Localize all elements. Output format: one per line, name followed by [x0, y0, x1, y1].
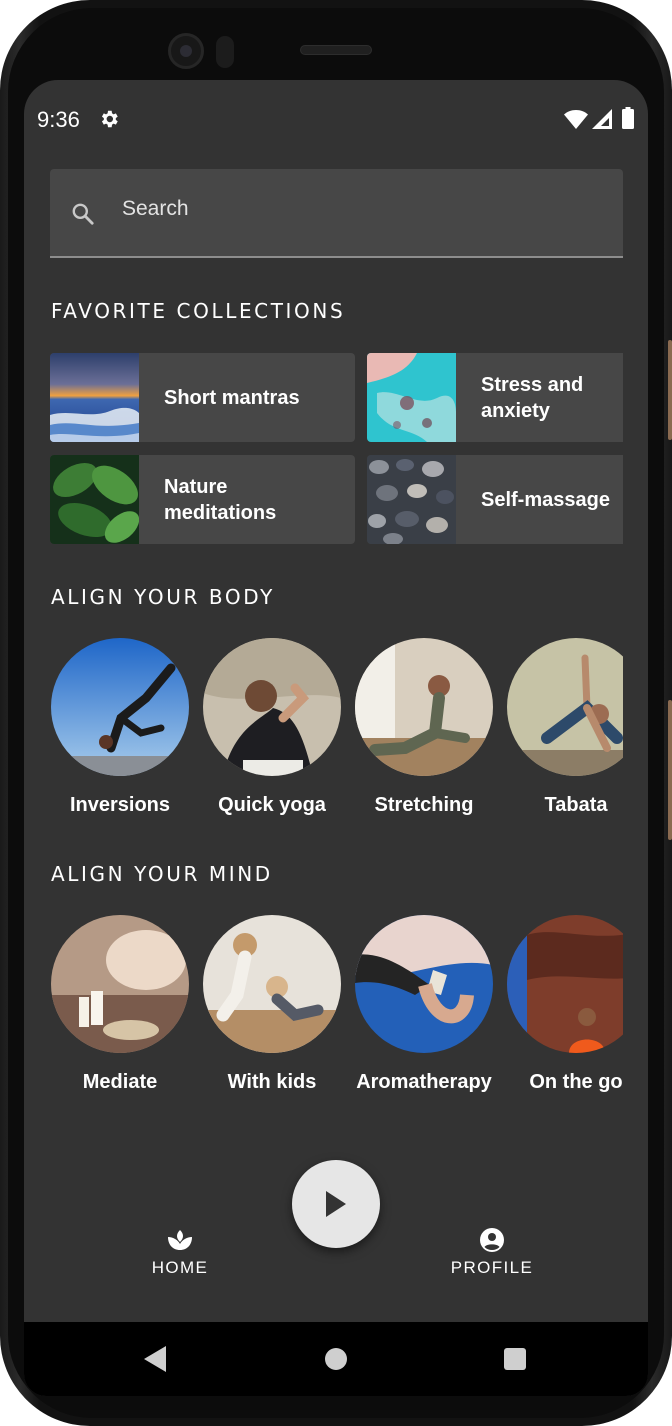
status-bar: 9:36 — [24, 80, 648, 160]
body-item-tabata[interactable]: Tabata — [506, 638, 623, 816]
yoga-inversion-image — [51, 638, 189, 776]
align-mind-row: Mediate With kids Aromatherapy On the go — [24, 915, 623, 1115]
body-item-inversions[interactable]: Inversions — [50, 638, 190, 816]
nav-home-label: HOME — [151, 1258, 209, 1277]
spa-icon — [168, 1230, 192, 1250]
collection-label: Stress and anxiety — [481, 373, 584, 422]
mind-item-mediate[interactable]: Mediate — [50, 915, 190, 1093]
pebbles-image — [367, 455, 456, 544]
mind-item-on-the-go[interactable]: On the go — [506, 915, 623, 1093]
nav-profile-label: PROFILE — [450, 1258, 534, 1277]
tabata-image — [507, 638, 623, 776]
search-input[interactable] — [122, 191, 602, 227]
ocean-sunset-image — [50, 353, 139, 442]
collection-card-self-massage[interactable]: Self-massage — [367, 455, 623, 544]
search-icon — [72, 203, 94, 225]
recents-square-icon[interactable] — [504, 1348, 526, 1370]
mother-child-image — [203, 915, 341, 1053]
collection-card-nature-meditations[interactable]: Nature meditations — [50, 455, 355, 544]
stretching-image — [355, 638, 493, 776]
quick-yoga-image — [203, 638, 341, 776]
favorite-collections-title: FAVORITE COLLECTIONS — [51, 299, 346, 323]
collection-label: Nature meditations — [164, 475, 277, 524]
meditation-candles-image — [51, 915, 189, 1053]
volume-button — [668, 340, 672, 440]
green-leaves-image — [50, 455, 139, 544]
aromatherapy-image — [355, 915, 493, 1053]
account-circle-icon — [480, 1228, 504, 1252]
circle-label: On the go — [529, 1071, 623, 1093]
circle-label: Tabata — [544, 794, 608, 816]
battery-icon — [622, 107, 634, 129]
play-button[interactable] — [292, 1160, 380, 1248]
status-time: 9:36 — [37, 107, 80, 132]
wifi-icon — [564, 110, 588, 129]
collection-card-stress-anxiety[interactable]: Stress and anxiety — [367, 353, 623, 442]
back-icon[interactable] — [144, 1346, 168, 1372]
collection-label: Self-massage — [481, 488, 610, 511]
mind-item-with-kids[interactable]: With kids — [202, 915, 342, 1093]
nav-profile[interactable]: PROFILE — [432, 1226, 552, 1278]
power-button — [668, 700, 672, 840]
turquoise-coast-image — [367, 353, 456, 442]
align-body-row: Inversions Quick yoga Stretching Tabata — [24, 638, 623, 838]
nav-home[interactable]: HOME — [120, 1226, 240, 1278]
play-icon — [326, 1191, 346, 1217]
red-rock-image — [507, 915, 623, 1053]
cell-signal-icon — [592, 109, 612, 129]
settings-gear-icon — [101, 110, 118, 128]
collection-card-short-mantras[interactable]: Short mantras — [50, 353, 355, 442]
mind-item-aromatherapy[interactable]: Aromatherapy — [354, 915, 494, 1093]
body-item-stretching[interactable]: Stretching — [354, 638, 494, 816]
body-item-quick-yoga[interactable]: Quick yoga — [202, 638, 342, 816]
align-mind-title: ALIGN YOUR MIND — [51, 862, 273, 886]
system-navigation-bar — [24, 1322, 648, 1396]
search-field[interactable] — [50, 169, 623, 258]
app-screen: 9:36 FAVORITE COLLECTIONS — [24, 80, 648, 1396]
proximity-sensor — [216, 36, 234, 68]
align-body-title: ALIGN YOUR BODY — [51, 585, 275, 609]
home-circle-icon[interactable] — [325, 1348, 347, 1370]
front-camera — [168, 33, 204, 69]
collection-label: Short mantras — [164, 386, 300, 409]
earpiece-speaker — [300, 45, 372, 55]
